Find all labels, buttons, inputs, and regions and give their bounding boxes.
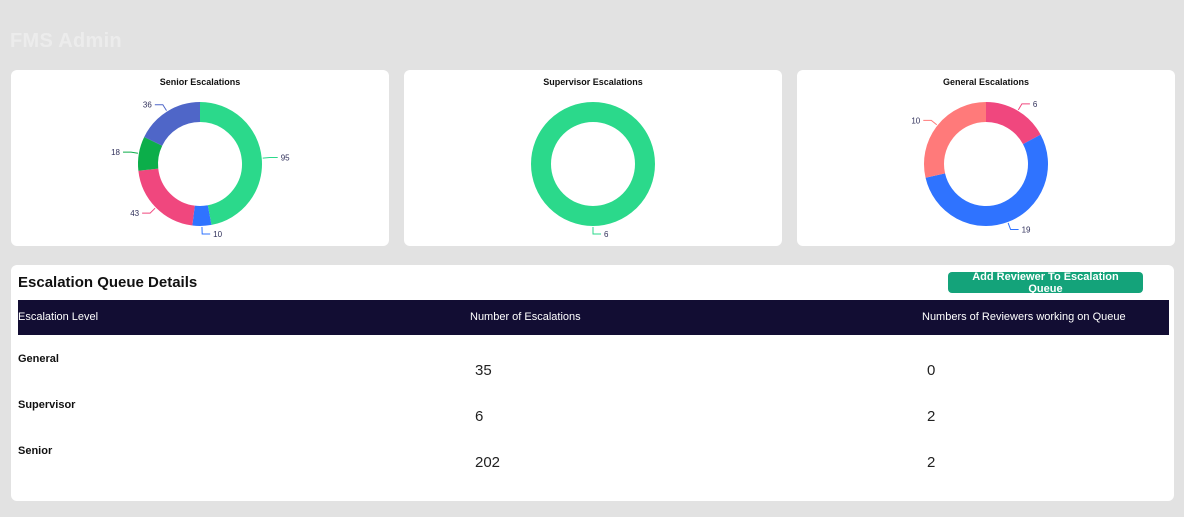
senior-donut-chart: 95 10 43 18 36 [111, 101, 290, 239]
escalation-queue-title: Escalation Queue Details [18, 274, 198, 291]
row-escalations: 35 [475, 362, 492, 379]
slice-value-label: 10 [911, 116, 920, 125]
table-header: Escalation Level Number of Escalations N… [18, 300, 1169, 335]
slice-value-label: 6 [1033, 100, 1038, 109]
slice-leader-line [154, 104, 167, 111]
supervisor-escalations-card: Supervisor Escalations 6 [404, 70, 782, 246]
escalation-queue-panel: Escalation Queue Details Add Reviewer To… [11, 265, 1174, 501]
slice-value-label: 19 [1022, 226, 1031, 235]
donut-slice[interactable] [138, 136, 163, 171]
donut-slice[interactable] [531, 102, 655, 226]
general-donut-chart: 6 19 10 [911, 100, 1048, 235]
row-reviewers: 2 [927, 454, 936, 471]
app-title: FMS Admin [10, 30, 122, 52]
row-escalations: 6 [475, 408, 484, 425]
row-escalations: 202 [475, 454, 501, 471]
add-reviewer-button[interactable]: Add Reviewer To Escalation Queue [948, 271, 1143, 295]
row-level: General [18, 353, 59, 365]
table-row: General 35 0 [18, 353, 1169, 399]
donut-slice[interactable] [985, 102, 1041, 145]
supervisor-donut-chart: 6 [531, 102, 655, 239]
column-header-level[interactable]: Escalation Level [18, 311, 98, 323]
slice-leader-line [1017, 103, 1030, 111]
slice-value-label: 10 [213, 230, 222, 239]
donut-slice[interactable] [199, 102, 262, 225]
slice-value-label: 36 [143, 101, 152, 110]
slice-value-label: 18 [111, 148, 120, 157]
column-header-reviewers[interactable]: Numbers of Reviewers working on Queue [922, 311, 1126, 323]
slice-leader-line [592, 227, 601, 235]
donut-slice[interactable] [925, 134, 1048, 226]
donut-slice[interactable] [924, 102, 987, 178]
slice-leader-line [923, 119, 938, 126]
table-row: Supervisor 6 2 [18, 399, 1169, 445]
slice-leader-line [142, 207, 156, 214]
row-reviewers: 0 [927, 362, 936, 379]
slice-leader-line [1007, 222, 1019, 231]
slice-leader-line [201, 226, 211, 235]
slice-leader-line [262, 156, 278, 159]
slice-leader-line [123, 151, 139, 154]
general-escalations-card: General Escalations 6 19 10 [797, 70, 1175, 246]
row-reviewers: 2 [927, 408, 936, 425]
row-level: Senior [18, 445, 53, 457]
slice-value-label: 95 [281, 153, 290, 162]
donut-slice[interactable] [192, 205, 212, 226]
row-level: Supervisor [18, 399, 76, 411]
donut-slice[interactable] [144, 102, 201, 147]
slice-value-label: 43 [130, 209, 139, 218]
senior-escalations-card: Senior Escalations 95 10 43 18 36 [11, 70, 389, 246]
column-header-escalations[interactable]: Number of Escalations [470, 311, 581, 323]
slice-value-label: 6 [604, 230, 609, 239]
table-row: Senior 202 2 [18, 445, 1169, 491]
